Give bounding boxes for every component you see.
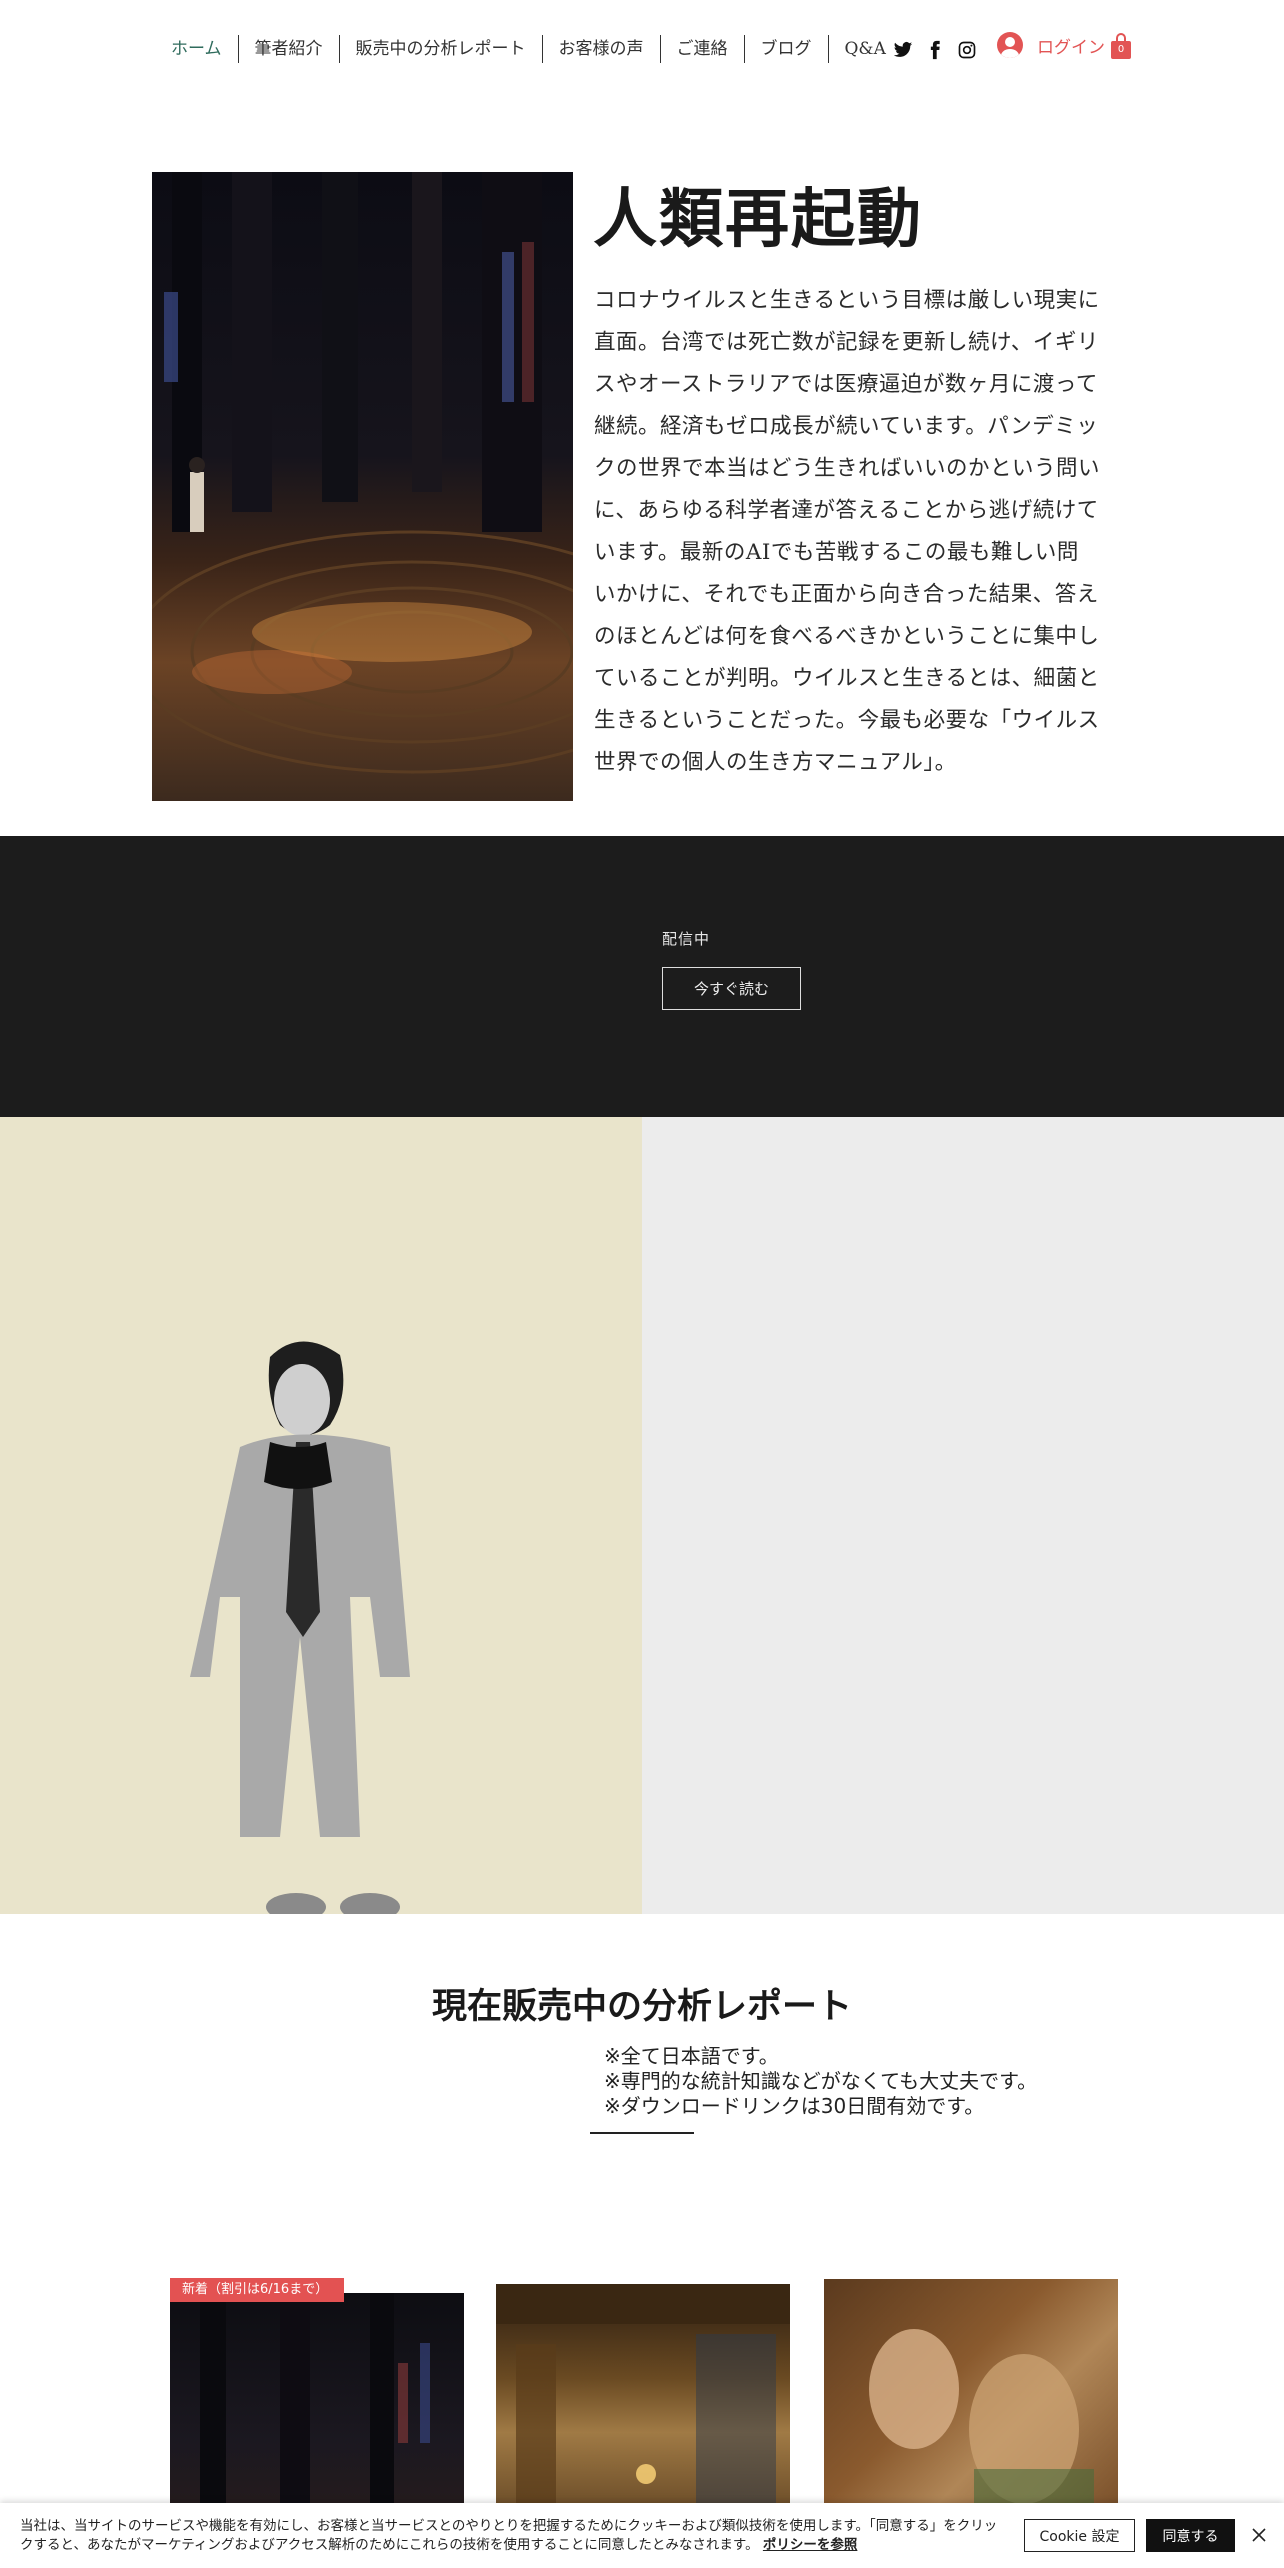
- author-photo: [190, 1341, 410, 1914]
- login-button[interactable]: ログイン: [997, 32, 1105, 58]
- main-menu: ホーム 筆者紹介 販売中の分析レポート お客様の声 ご連絡 ブログ Q&A: [155, 32, 902, 66]
- new-badge: 新着（割引は6/16まで）: [170, 2278, 344, 2302]
- nav-item-reports[interactable]: 販売中の分析レポート: [338, 35, 542, 63]
- login-label: ログイン: [1037, 37, 1105, 58]
- cta-band: 配信中 今すぐ読む: [0, 836, 1284, 1117]
- hero-description: コロナウイルスと生きるという目標は厳しい現実に直面。台湾では死亡数が記録を更新し…: [594, 288, 1101, 775]
- read-now-button[interactable]: 今すぐ読む: [662, 967, 801, 1010]
- accept-button[interactable]: 同意する: [1146, 2519, 1235, 2552]
- cookie-banner: 当社は、当サイトのサービスや機能を有効にし、お客様と当サービスとのやりとりを把握…: [0, 2503, 1284, 2568]
- policy-link[interactable]: ポリシーを参照: [763, 2537, 858, 2553]
- close-icon[interactable]: [1251, 2527, 1267, 2543]
- nav-item-home[interactable]: ホーム: [155, 35, 238, 63]
- hero-title: 人類再起動: [593, 183, 923, 257]
- nav-item-contact[interactable]: ご連絡: [659, 35, 744, 63]
- nav-item-author[interactable]: 筆者紹介: [237, 35, 339, 63]
- author-panel: [0, 1117, 642, 1914]
- site-header: ホーム 筆者紹介 販売中の分析レポート お客様の声 ご連絡 ブログ Q&A ログ…: [0, 0, 1284, 100]
- cookie-settings-button[interactable]: Cookie 設定: [1024, 2519, 1135, 2552]
- cart-count: 0: [1117, 44, 1125, 55]
- social-links: [893, 40, 977, 60]
- nav-item-blog[interactable]: ブログ: [743, 35, 828, 63]
- reports-notes: ※全て日本語です。 ※専門的な統計知識などがなくても大丈夫です。 ※ダウンロード…: [604, 2044, 1038, 2118]
- avatar-icon: [997, 32, 1023, 58]
- status-label: 配信中: [662, 930, 711, 948]
- cart-button[interactable]: 0: [1111, 33, 1131, 59]
- nav-item-testimonials[interactable]: お客様の声: [541, 35, 660, 63]
- twitter-icon[interactable]: [893, 40, 913, 60]
- divider: [590, 2132, 694, 2134]
- facebook-icon[interactable]: [925, 40, 945, 60]
- hero-image: [152, 172, 573, 801]
- nav-item-qa[interactable]: Q&A: [827, 35, 902, 63]
- blank-panel: [642, 1117, 1284, 1914]
- instagram-icon[interactable]: [957, 40, 977, 60]
- reports-title: 現在販売中の分析レポート: [431, 1987, 852, 2027]
